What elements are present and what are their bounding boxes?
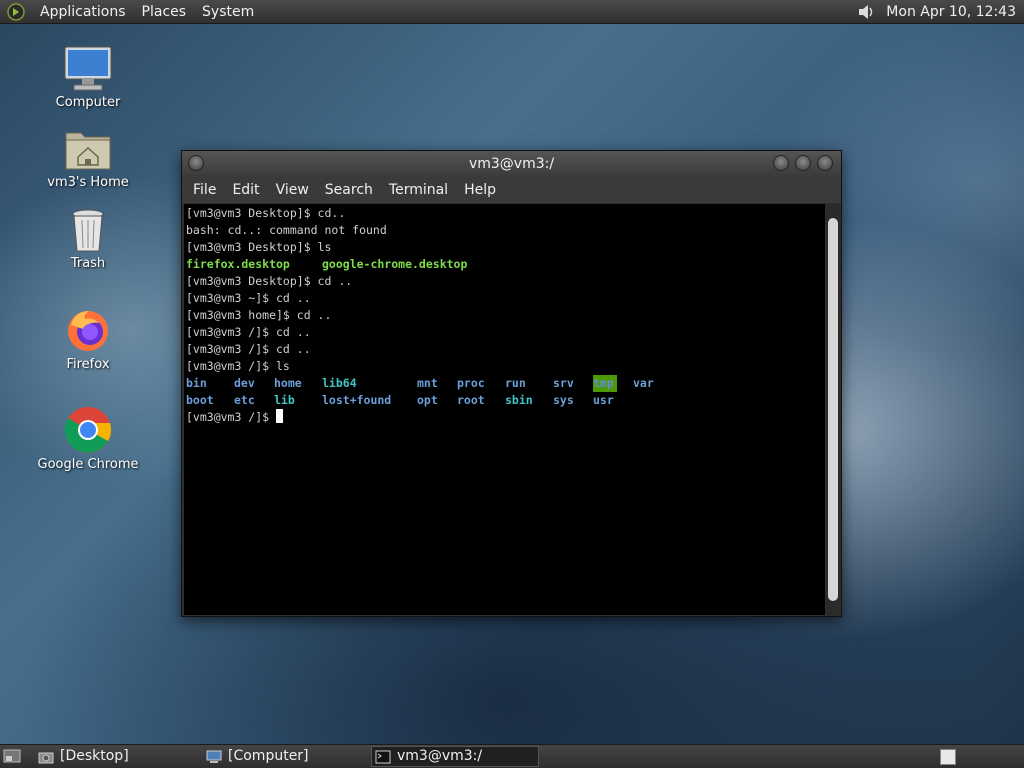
chrome-icon bbox=[64, 407, 111, 453]
bottom-panel: [Desktop] [Computer] vm3@vm3:/ bbox=[0, 744, 1024, 768]
trash-icon bbox=[72, 209, 104, 252]
ls-item: opt bbox=[417, 393, 438, 407]
firefox-icon bbox=[68, 311, 108, 351]
terminal-line: [vm3@vm3 /]$ cd .. bbox=[186, 342, 311, 356]
ls-item: mnt bbox=[417, 376, 438, 390]
text-cursor bbox=[276, 409, 284, 423]
terminal-line: [vm3@vm3 /]$ ls bbox=[186, 359, 290, 373]
chrome-label: Google Chrome bbox=[37, 457, 139, 472]
menu-edit[interactable]: Edit bbox=[224, 182, 267, 198]
ls-item: sbin bbox=[505, 393, 533, 407]
computer-icon bbox=[64, 46, 112, 91]
window-title: vm3@vm3:/ bbox=[468, 156, 555, 172]
terminal-line: [vm3@vm3 home]$ cd .. bbox=[186, 308, 332, 322]
taskbar-label: [Desktop] bbox=[60, 748, 129, 764]
ls-item: srv bbox=[553, 376, 574, 390]
ls-item: etc bbox=[234, 393, 255, 407]
computer-label: Computer bbox=[55, 95, 121, 110]
menu-view[interactable]: View bbox=[268, 182, 317, 198]
ls-item: sys bbox=[553, 393, 574, 407]
home-label: vm3's Home bbox=[47, 175, 129, 190]
ls-item: usr bbox=[593, 393, 614, 407]
taskbar-terminal[interactable]: vm3@vm3:/ bbox=[371, 746, 539, 767]
ls-item: boot bbox=[186, 393, 214, 407]
ls-item-tmp: tmp bbox=[593, 375, 617, 392]
ls-item: run bbox=[505, 376, 526, 390]
trash-label: Trash bbox=[70, 256, 106, 271]
taskbar-desktop[interactable]: [Desktop] bbox=[38, 746, 198, 767]
volume-icon[interactable] bbox=[856, 2, 876, 22]
terminal-prompt-line: [vm3@vm3 /]$ bbox=[186, 409, 825, 426]
close-button[interactable] bbox=[817, 155, 833, 171]
terminal-window[interactable]: vm3@vm3:/ File Edit View Search Terminal… bbox=[181, 150, 842, 617]
desktop-icon-firefox[interactable]: Firefox bbox=[33, 305, 143, 372]
firefox-label: Firefox bbox=[66, 357, 110, 372]
ls-item: var bbox=[633, 376, 654, 390]
desktop-icon-chrome[interactable]: Google Chrome bbox=[33, 405, 143, 472]
menu-terminal[interactable]: Terminal bbox=[381, 182, 456, 198]
system-menu[interactable]: System bbox=[194, 0, 262, 24]
ls-item: home bbox=[274, 376, 302, 390]
taskbar-computer[interactable]: [Computer] bbox=[206, 746, 366, 767]
desktop-icon-computer[interactable]: Computer bbox=[33, 45, 143, 110]
terminal-line: [vm3@vm3 Desktop]$ ls bbox=[186, 240, 332, 254]
ls-item: lost+found bbox=[322, 393, 392, 407]
terminal-output[interactable]: [vm3@vm3 Desktop]$ cd.. bash: cd..: comma… bbox=[184, 204, 825, 615]
ls-item: lib64 bbox=[322, 376, 357, 390]
desktop-icon-home[interactable]: vm3's Home bbox=[33, 125, 143, 190]
prompt-text: [vm3@vm3 /]$ bbox=[186, 410, 277, 424]
ls-item: google-chrome.desktop bbox=[322, 257, 468, 271]
menu-file[interactable]: File bbox=[185, 182, 224, 198]
terminal-small-icon bbox=[375, 750, 391, 763]
home-folder-icon bbox=[65, 132, 111, 170]
terminal-scrollbar[interactable] bbox=[826, 204, 840, 615]
minimize-button[interactable] bbox=[773, 155, 789, 171]
terminal-line: [vm3@vm3 Desktop]$ cd .. bbox=[186, 274, 353, 288]
top-panel: Applications Places System Mon Apr 10, 1… bbox=[0, 0, 1024, 24]
ls-item: bin bbox=[186, 376, 207, 390]
menu-search[interactable]: Search bbox=[317, 182, 381, 198]
places-menu[interactable]: Places bbox=[134, 0, 195, 24]
ls-item: root bbox=[457, 393, 485, 407]
taskbar-label: vm3@vm3:/ bbox=[397, 748, 483, 764]
scrollbar-thumb[interactable] bbox=[828, 218, 838, 601]
gnome-foot-icon[interactable] bbox=[6, 2, 26, 22]
maximize-button[interactable] bbox=[795, 155, 811, 171]
ls-item: dev bbox=[234, 376, 255, 390]
terminal-line: [vm3@vm3 Desktop]$ cd.. bbox=[186, 206, 346, 220]
window-menu-icon[interactable] bbox=[188, 155, 204, 171]
applications-menu[interactable]: Applications bbox=[32, 0, 134, 24]
terminal-menu-bar: File Edit View Search Terminal Help bbox=[182, 177, 841, 203]
ls-root-row-1: bin dev home lib64 mnt proc run srv tmp var bbox=[186, 375, 825, 392]
desktop-icon-trash[interactable]: Trash bbox=[33, 208, 143, 271]
terminal-line: [vm3@vm3 /]$ cd .. bbox=[186, 325, 311, 339]
clock[interactable]: Mon Apr 10, 12:43 bbox=[876, 4, 1024, 20]
workspace-switcher[interactable] bbox=[940, 749, 956, 765]
ls-root-row-2: boot etc lib lost+found opt root sbin sys usr bbox=[186, 392, 825, 409]
ls-item: lib bbox=[274, 393, 295, 407]
ls-item: firefox.desktop bbox=[186, 257, 290, 271]
title-bar[interactable]: vm3@vm3:/ bbox=[182, 151, 841, 177]
show-desktop-icon[interactable] bbox=[3, 748, 21, 764]
folder-camera-icon bbox=[38, 752, 54, 763]
menu-help[interactable]: Help bbox=[456, 182, 504, 198]
terminal-line: [vm3@vm3 ~]$ cd .. bbox=[186, 291, 311, 305]
computer-small-icon bbox=[206, 750, 222, 763]
terminal-line: bash: cd..: command not found bbox=[186, 223, 387, 237]
ls-desktop-row: firefox.desktop google-chrome.desktop bbox=[186, 256, 825, 273]
taskbar-label: [Computer] bbox=[228, 748, 309, 764]
ls-item: proc bbox=[457, 376, 485, 390]
